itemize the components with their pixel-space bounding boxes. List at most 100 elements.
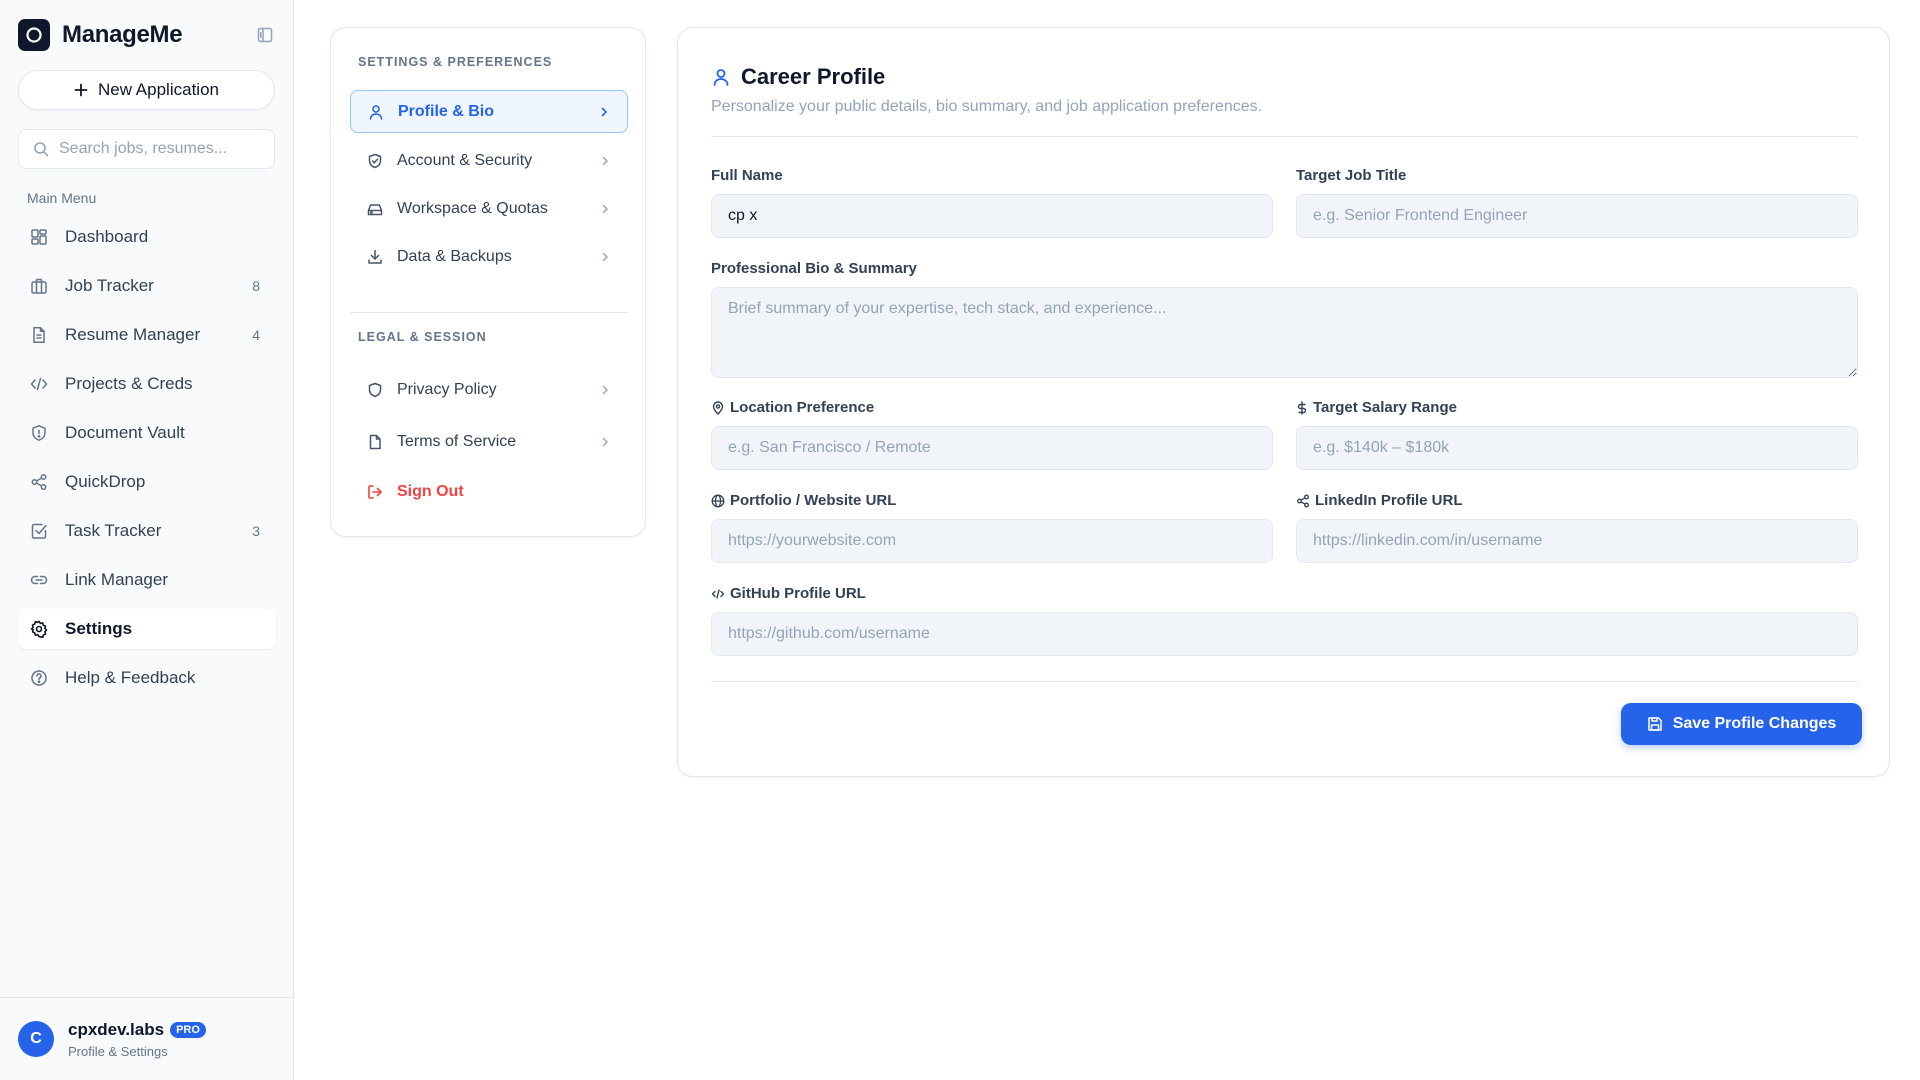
new-application-label: New Application [98, 80, 219, 99]
salary-label-text: Target Salary Range [1313, 399, 1457, 416]
sidebar-item-label: Dashboard [65, 227, 149, 246]
sidebar-item-settings[interactable]: Settings [18, 609, 276, 649]
download-icon [366, 248, 384, 266]
linkedin-label-text: LinkedIn Profile URL [1315, 492, 1463, 509]
hard-drive-icon [366, 200, 384, 218]
shield-icon [366, 381, 384, 399]
app-logo [18, 19, 50, 51]
settings-item-label: Data & Backups [397, 247, 512, 265]
settings-item-privacy-policy[interactable]: Privacy Policy [350, 368, 628, 411]
sidebar-item-label: Job Tracker [65, 276, 154, 295]
file-text-icon [28, 324, 50, 346]
sidebar-item-label: Document Vault [65, 423, 185, 442]
salary-input[interactable] [1296, 426, 1858, 470]
linkedin-input[interactable] [1296, 519, 1858, 563]
settings-item-label: Account & Security [397, 151, 533, 169]
main-nav: Dashboard Job Tracker 8 Resume Manager 4… [18, 217, 276, 707]
shield-icon [28, 422, 50, 444]
profile-header: Career Profile [711, 64, 885, 90]
sidebar-item-resume-manager[interactable]: Resume Manager 4 [18, 315, 276, 355]
brand: ManageMe [18, 19, 276, 51]
chevron-right-icon [600, 156, 610, 166]
map-pin-icon [712, 400, 724, 415]
check-square-icon [28, 520, 50, 542]
chevron-right-icon [599, 107, 609, 117]
settings-item-account-security[interactable]: Account & Security [350, 139, 628, 182]
settings-item-label: Terms of Service [397, 432, 517, 450]
salary-label: Target Salary Range [1296, 399, 1457, 416]
settings-item-label: Workspace & Quotas [397, 199, 548, 217]
job-title-label: Target Job Title [1296, 167, 1407, 184]
sidebar-item-label: Resume Manager [65, 325, 201, 344]
plus-icon [74, 83, 88, 97]
full-name-label: Full Name [711, 167, 783, 184]
settings-nav-card: SETTINGS & PREFERENCES Profile & Bio Acc… [330, 27, 646, 537]
sidebar-item-quickdrop[interactable]: QuickDrop [18, 462, 276, 502]
pro-badge: PRO [170, 1021, 206, 1038]
sidebar-item-label: Task Tracker [65, 521, 162, 540]
user-icon [367, 103, 385, 121]
job-title-input[interactable] [1296, 194, 1858, 238]
file-icon [366, 433, 384, 451]
sidebar-item-dashboard[interactable]: Dashboard [18, 217, 276, 257]
page-title: Career Profile [741, 64, 886, 89]
search-input[interactable] [59, 140, 259, 158]
settings-item-data-backups[interactable]: Data & Backups [350, 235, 628, 278]
briefcase-icon [28, 275, 50, 297]
user-meta: cpxdev.labs PRO Profile & Settings [68, 1020, 206, 1059]
user-profile-card[interactable]: C cpxdev.labs PRO Profile & Settings [0, 997, 294, 1080]
sidebar-item-document-vault[interactable]: Document Vault [18, 413, 276, 453]
save-icon [1647, 717, 1662, 731]
location-label-text: Location Preference [730, 399, 875, 416]
sidebar-item-badge: 3 [252, 523, 260, 539]
sidebar-item-label: Help & Feedback [65, 668, 196, 687]
chevron-right-icon [600, 252, 610, 262]
location-label: Location Preference [711, 399, 874, 416]
user-subtitle: Profile & Settings [68, 1043, 168, 1059]
settings-item-label: Profile & Bio [398, 102, 495, 120]
sidebar-item-job-tracker[interactable]: Job Tracker 8 [18, 266, 276, 306]
sidebar-item-task-tracker[interactable]: Task Tracker 3 [18, 511, 276, 551]
link-icon [28, 569, 50, 591]
app-name: ManageMe [62, 21, 183, 48]
globe-icon [711, 494, 725, 507]
full-name-input[interactable] [711, 194, 1273, 238]
footer-divider [711, 681, 1858, 682]
settings-item-profile-bio[interactable]: Profile & Bio [350, 90, 628, 133]
header-divider [711, 136, 1858, 137]
github-input[interactable] [711, 612, 1858, 656]
main-menu-label: Main Menu [27, 190, 97, 206]
sign-out-button[interactable]: Sign Out [350, 470, 628, 513]
shield-check-icon [366, 152, 384, 170]
location-input[interactable] [711, 426, 1273, 470]
settings-item-workspace-quotas[interactable]: Workspace & Quotas [350, 187, 628, 230]
linkedin-label: LinkedIn Profile URL [1296, 492, 1463, 509]
bio-textarea[interactable] [711, 287, 1858, 378]
new-application-button[interactable]: New Application [18, 70, 275, 110]
sidebar-item-label: Projects & Creds [65, 374, 193, 393]
page-subtitle: Personalize your public details, bio sum… [711, 98, 1263, 115]
sidebar-item-help-feedback[interactable]: Help & Feedback [18, 658, 276, 698]
settings-item-terms-of-service[interactable]: Terms of Service [350, 420, 628, 463]
user-icon [713, 69, 729, 86]
logout-icon [366, 483, 384, 501]
bio-label: Professional Bio & Summary [711, 260, 917, 277]
sign-out-label: Sign Out [397, 482, 464, 500]
dashboard-icon [28, 226, 50, 248]
sidebar-item-badge: 4 [252, 327, 260, 343]
help-circle-icon [28, 667, 50, 689]
gear-icon [28, 618, 50, 640]
legal-section-title: LEGAL & SESSION [358, 330, 487, 344]
sidebar-item-link-manager[interactable]: Link Manager [18, 560, 276, 600]
portfolio-label-text: Portfolio / Website URL [730, 492, 897, 509]
save-profile-button[interactable]: Save Profile Changes [1621, 703, 1862, 745]
portfolio-input[interactable] [711, 519, 1273, 563]
settings-divider [350, 312, 628, 313]
share-icon [1297, 494, 1309, 507]
sidebar-item-projects-creds[interactable]: Projects & Creds [18, 364, 276, 404]
chevron-right-icon [600, 385, 610, 395]
sidebar-item-label: Settings [65, 619, 133, 638]
sidebar-collapse-icon[interactable] [254, 24, 276, 46]
dollar-icon [1297, 400, 1307, 415]
save-profile-label: Save Profile Changes [1672, 715, 1837, 732]
